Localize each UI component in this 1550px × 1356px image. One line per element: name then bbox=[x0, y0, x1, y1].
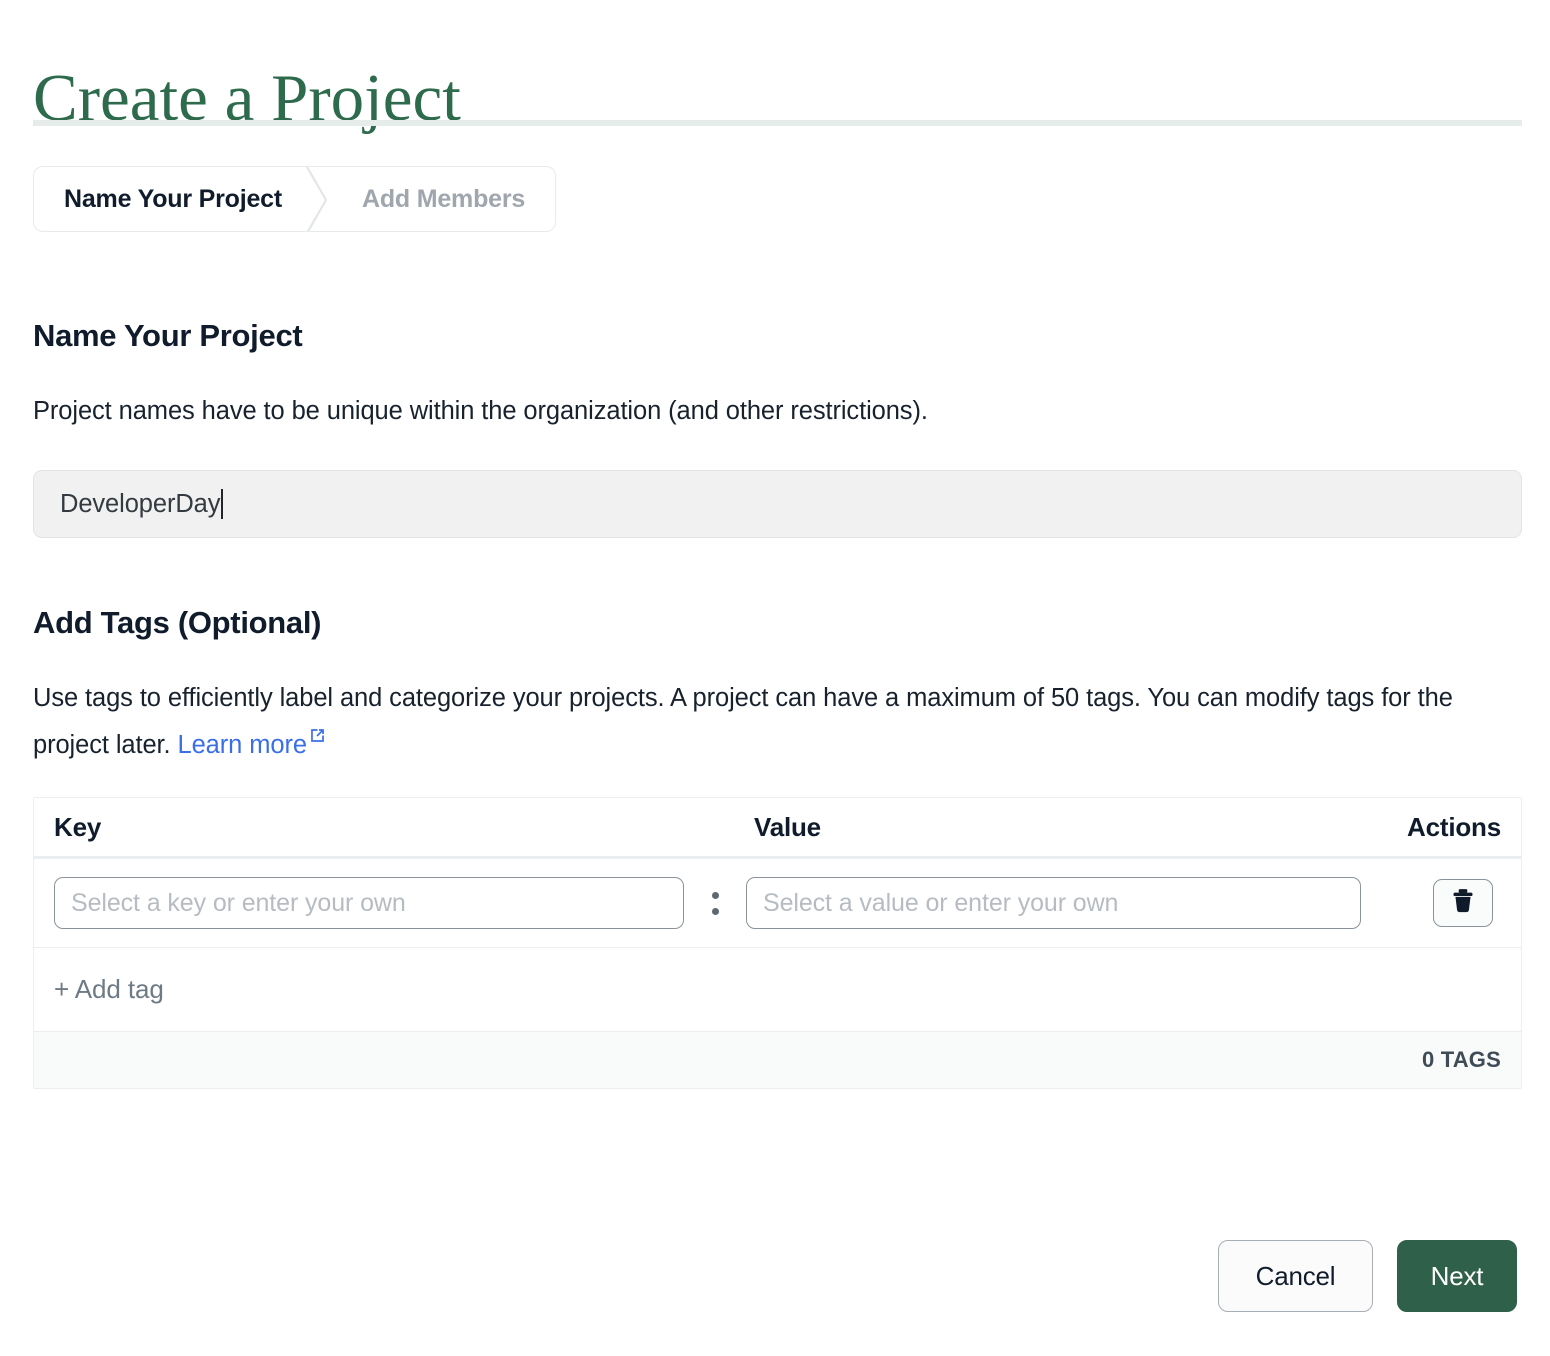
step-chevron-icon bbox=[306, 167, 328, 231]
learn-more-label: Learn more bbox=[177, 731, 308, 759]
tags-table-footer: 0 TAGS bbox=[34, 1032, 1521, 1088]
footer-actions: Cancel Next bbox=[1218, 1240, 1517, 1312]
title-divider bbox=[33, 120, 1522, 126]
trash-icon bbox=[1450, 887, 1476, 920]
column-header-key: Key bbox=[54, 811, 102, 842]
project-name-input[interactable]: DeveloperDay bbox=[33, 470, 1522, 538]
delete-tag-button[interactable] bbox=[1433, 879, 1493, 927]
name-section-description: Project names have to be unique within t… bbox=[33, 397, 928, 425]
table-row: Select a key or enter your own Select a … bbox=[34, 859, 1521, 948]
column-header-value: Value bbox=[754, 811, 821, 842]
cancel-button[interactable]: Cancel bbox=[1218, 1240, 1373, 1312]
name-section-heading: Name Your Project bbox=[33, 318, 303, 353]
create-project-page: Create a Project Name Your Project Add M… bbox=[0, 0, 1550, 1356]
tag-key-input[interactable]: Select a key or enter your own bbox=[54, 877, 684, 929]
tag-value-placeholder: Select a value or enter your own bbox=[763, 888, 1119, 917]
step-name-your-project-label: Name Your Project bbox=[64, 184, 282, 213]
step-add-members-label: Add Members bbox=[361, 184, 526, 213]
next-button[interactable]: Next bbox=[1397, 1240, 1517, 1312]
tags-section-description: Use tags to efficiently label and catego… bbox=[33, 675, 1513, 769]
text-caret bbox=[221, 489, 224, 519]
row-actions bbox=[1361, 879, 1501, 927]
key-value-separator-icon bbox=[684, 891, 746, 915]
project-name-value: DeveloperDay bbox=[60, 489, 221, 518]
step-add-members[interactable]: Add Members bbox=[328, 167, 555, 231]
step-name-your-project[interactable]: Name Your Project bbox=[34, 167, 308, 231]
external-link-icon bbox=[309, 727, 326, 744]
add-tag-label: + Add tag bbox=[54, 974, 164, 1004]
tags-table-header: Key Value Actions bbox=[34, 798, 1521, 859]
tag-key-placeholder: Select a key or enter your own bbox=[71, 888, 406, 917]
tags-table: Key Value Actions Select a key or enter … bbox=[33, 797, 1522, 1089]
add-tag-row[interactable]: + Add tag bbox=[34, 948, 1521, 1032]
tags-section-heading: Add Tags (Optional) bbox=[33, 605, 322, 640]
tag-value-input[interactable]: Select a value or enter your own bbox=[746, 877, 1361, 929]
tag-count: 0 TAGS bbox=[1421, 1047, 1501, 1072]
learn-more-link[interactable]: Learn more bbox=[177, 728, 326, 759]
column-header-actions: Actions bbox=[1407, 811, 1501, 842]
wizard-steps: Name Your Project Add Members bbox=[33, 166, 557, 232]
